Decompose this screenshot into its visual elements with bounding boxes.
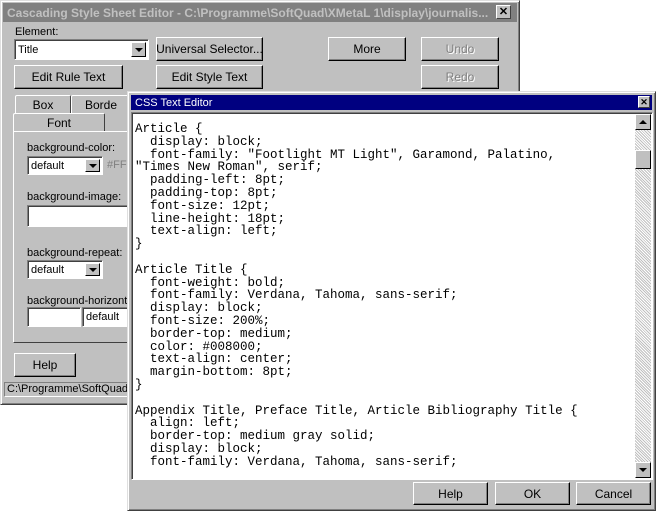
background-horizontal-unit-select[interactable]: default: [82, 307, 132, 327]
undo-button[interactable]: Undo: [421, 37, 499, 61]
background-image-label: background-image:: [27, 191, 122, 203]
main-title-bar[interactable]: Cascading Style Sheet Editor - C:\Progra…: [3, 3, 517, 22]
css-text-editor-close-button[interactable]: ✕: [638, 96, 650, 108]
ok-button[interactable]: OK: [495, 482, 570, 505]
help-button[interactable]: Help: [14, 353, 76, 377]
css-text-editor-title: CSS Text Editor: [135, 96, 213, 109]
tab-borders[interactable]: Borde: [71, 95, 131, 114]
scroll-down-button[interactable]: [635, 462, 651, 478]
css-text-area[interactable]: Article { display: block; font-family: "…: [131, 112, 653, 480]
close-icon: ✕: [640, 96, 648, 107]
background-image-input[interactable]: [27, 205, 137, 227]
background-color-dropdown-button[interactable]: [85, 159, 100, 172]
scrollbar-thumb[interactable]: [635, 150, 651, 169]
chevron-down-icon: [88, 163, 97, 168]
background-repeat-dropdown-button[interactable]: [85, 263, 100, 276]
element-dropdown-button[interactable]: [131, 42, 146, 57]
background-horizontal-input[interactable]: [27, 307, 81, 327]
tab-font[interactable]: Font: [13, 113, 105, 132]
css-editor-help-button[interactable]: Help: [413, 482, 488, 505]
universal-selector-button[interactable]: Universal Selector...: [156, 37, 263, 61]
main-window-title: Cascading Style Sheet Editor - C:\Progra…: [7, 5, 489, 20]
background-repeat-value: default: [31, 263, 65, 276]
css-text-editor-title-bar[interactable]: CSS Text Editor: [131, 95, 652, 110]
background-horizontal-unit-value: default: [86, 311, 120, 323]
scroll-up-button[interactable]: [635, 114, 651, 130]
background-repeat-label: background-repeat:: [27, 247, 123, 259]
edit-rule-text-button[interactable]: Edit Rule Text: [14, 65, 123, 89]
more-button[interactable]: More: [328, 37, 406, 61]
arrow-down-icon: [639, 468, 647, 472]
background-repeat-select[interactable]: default: [27, 260, 103, 279]
arrow-up-icon: [639, 120, 647, 124]
css-text-content[interactable]: Article { display: block; font-family: "…: [135, 123, 578, 469]
tab-box[interactable]: Box: [15, 95, 71, 114]
edit-style-text-button[interactable]: Edit Style Text: [156, 65, 263, 89]
vertical-scrollbar[interactable]: [635, 114, 651, 478]
element-select-value: Title: [18, 43, 39, 56]
element-select[interactable]: Title: [14, 39, 149, 60]
element-label: Element:: [15, 26, 59, 38]
css-text-editor-window: CSS Text Editor ✕ Article { display: blo…: [127, 91, 656, 511]
close-icon: ✕: [498, 5, 509, 18]
chevron-down-icon: [88, 267, 97, 272]
background-horizontal-label: background-horizonta: [27, 295, 134, 307]
background-color-hex: #FF: [107, 159, 127, 171]
background-color-select[interactable]: default: [27, 156, 103, 175]
main-close-button[interactable]: ✕: [496, 5, 511, 19]
chevron-down-icon: [134, 47, 143, 52]
redo-button[interactable]: Redo: [421, 65, 499, 89]
background-color-value: default: [31, 159, 65, 172]
background-color-label: background-color:: [27, 142, 116, 154]
cancel-button[interactable]: Cancel: [576, 482, 651, 505]
